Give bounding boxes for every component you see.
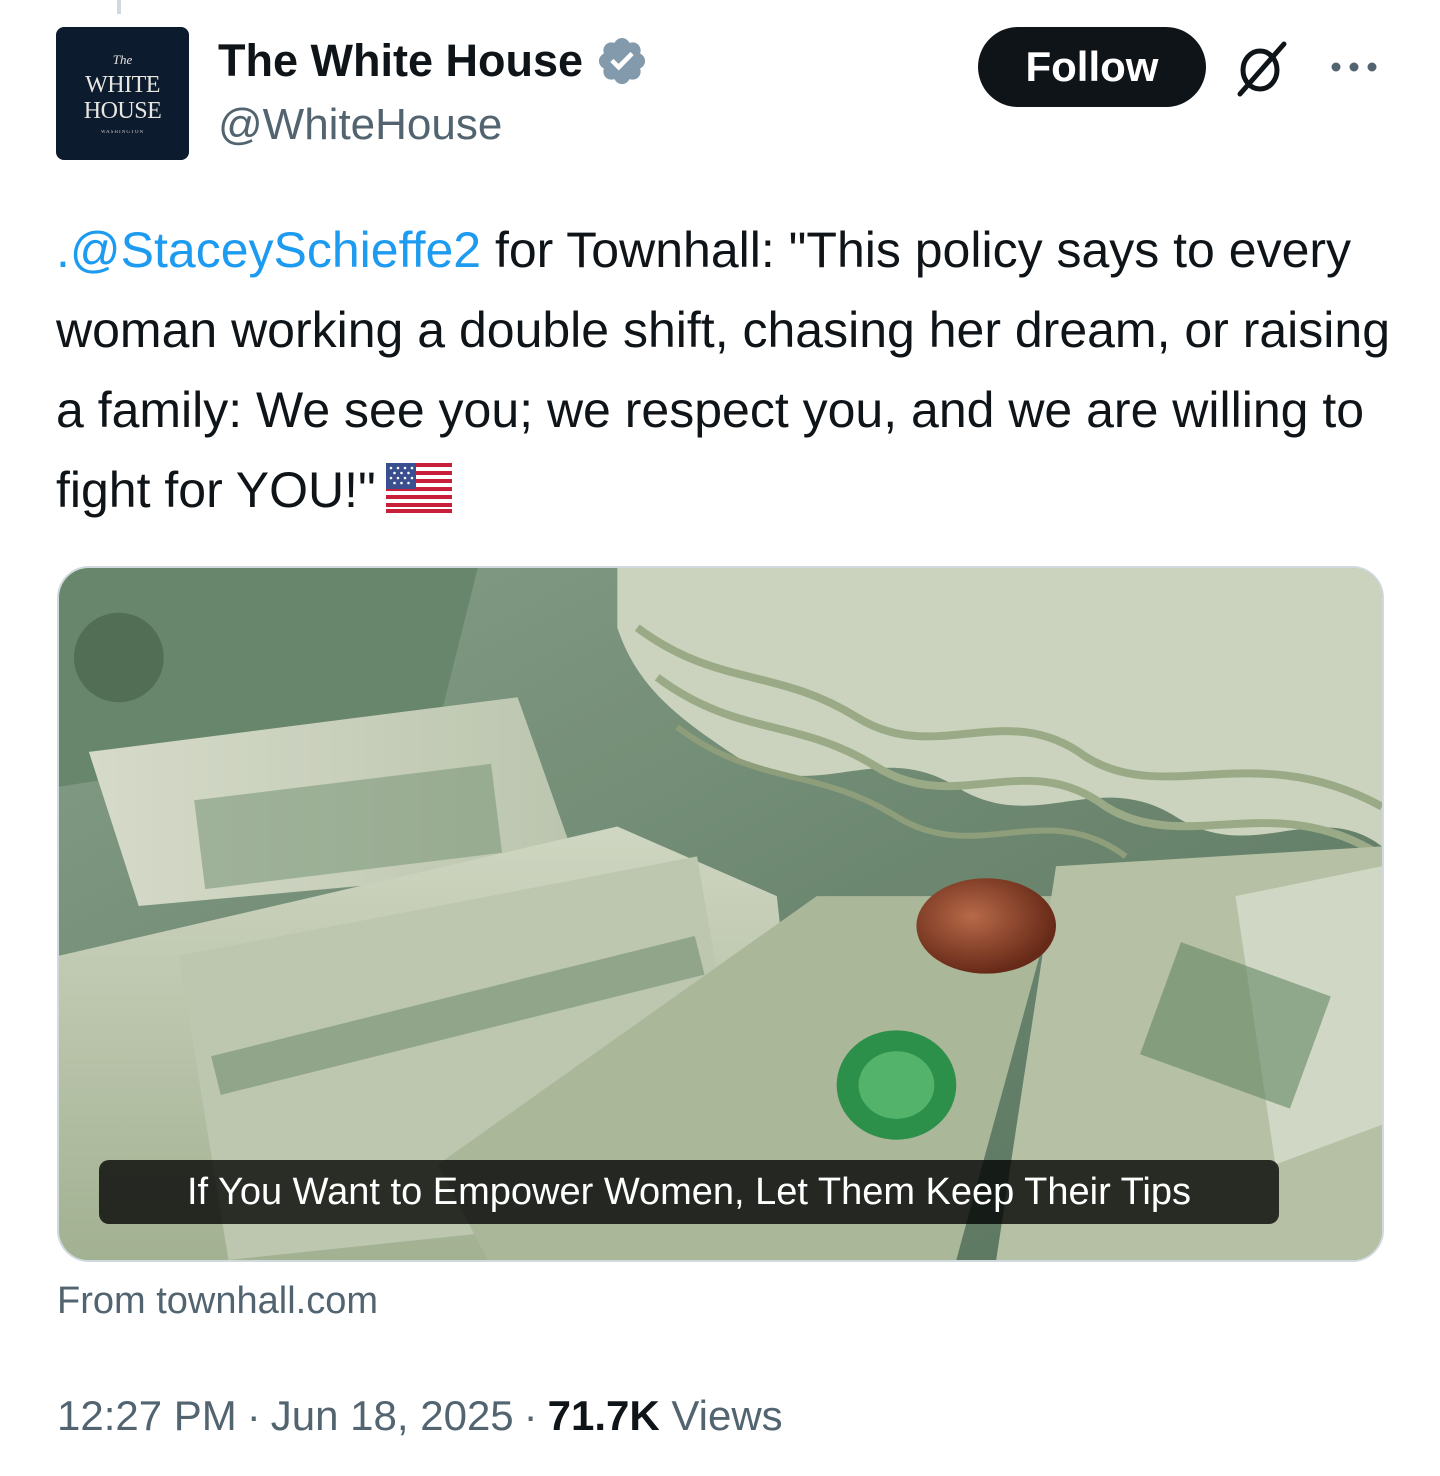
avatar-text-house: HOUSE: [83, 97, 162, 124]
author-handle[interactable]: @WhiteHouse: [218, 100, 502, 150]
avatar-text-washington: WASHINGTON: [100, 129, 145, 135]
separator: ·: [246, 1392, 261, 1439]
avatar-text-white: WHITE: [85, 71, 160, 98]
avatar-text-the: The: [112, 51, 133, 67]
us-flag-emoji: [385, 463, 452, 513]
author-name-row: The White House: [218, 34, 649, 88]
views-label: Views: [671, 1392, 783, 1439]
money-tips-photo: [59, 568, 1382, 1260]
follow-button[interactable]: Follow: [978, 27, 1206, 107]
verified-badge-icon[interactable]: [595, 34, 649, 88]
avatar[interactable]: The WHITE HOUSE WASHINGTON: [56, 27, 189, 160]
views-count: 71.7K: [547, 1392, 660, 1439]
link-preview-card[interactable]: If You Want to Empower Women, Let Them K…: [57, 566, 1384, 1262]
thread-connector-line: [117, 0, 121, 14]
card-source[interactable]: From townhall.com: [57, 1280, 378, 1323]
author-display-name[interactable]: The White House: [218, 35, 583, 87]
card-headline: If You Want to Empower Women, Let Them K…: [99, 1160, 1279, 1224]
tweet-meta: 12:27 PM · Jun 18, 2025 · 71.7K Views: [57, 1392, 783, 1440]
tweet-text: .@StaceySchieffe2 for Townhall: "This po…: [56, 210, 1396, 530]
grok-icon[interactable]: [1232, 38, 1292, 98]
more-dots-icon[interactable]: [1328, 52, 1380, 82]
mention-link[interactable]: .@StaceySchieffe2: [56, 222, 481, 278]
separator: ·: [523, 1392, 538, 1439]
tweet-time[interactable]: 12:27 PM: [57, 1392, 237, 1439]
tweet-date[interactable]: Jun 18, 2025: [271, 1392, 514, 1439]
